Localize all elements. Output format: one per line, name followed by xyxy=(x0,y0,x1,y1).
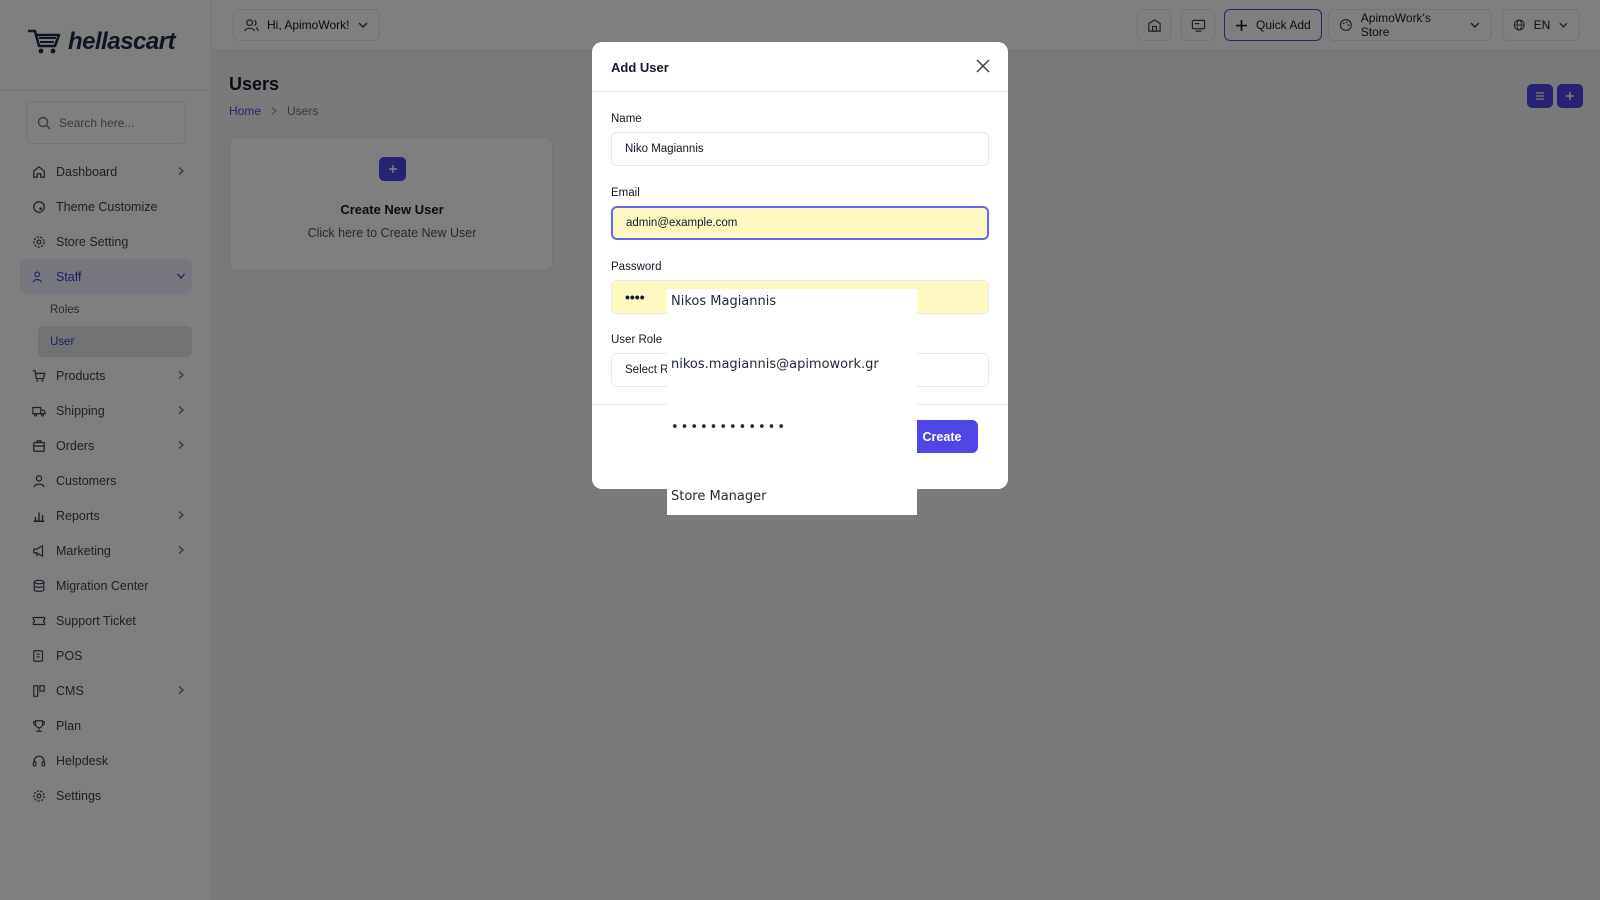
autofill-password[interactable]: •••••••••••• xyxy=(671,420,787,435)
name-field[interactable] xyxy=(611,132,989,166)
close-button[interactable] xyxy=(974,57,992,75)
email-input[interactable] xyxy=(613,208,987,238)
autofill-suggestion-popup[interactable]: Nikos Magiannis nikos.magiannis@apimowor… xyxy=(667,289,917,515)
autofill-name[interactable]: Nikos Magiannis xyxy=(671,294,776,309)
password-label: Password xyxy=(611,261,662,273)
modal-header: Add User xyxy=(592,42,1008,92)
name-label: Name xyxy=(611,113,642,125)
user-role-label: User Role xyxy=(611,334,663,346)
autofill-role[interactable]: Store Manager xyxy=(671,489,766,504)
autofill-email[interactable]: nikos.magiannis@apimowork.gr xyxy=(671,357,879,372)
email-field[interactable] xyxy=(611,206,989,240)
name-input[interactable] xyxy=(612,133,988,165)
modal-title: Add User xyxy=(611,60,669,75)
email-label: Email xyxy=(611,187,640,199)
close-icon xyxy=(976,59,990,73)
